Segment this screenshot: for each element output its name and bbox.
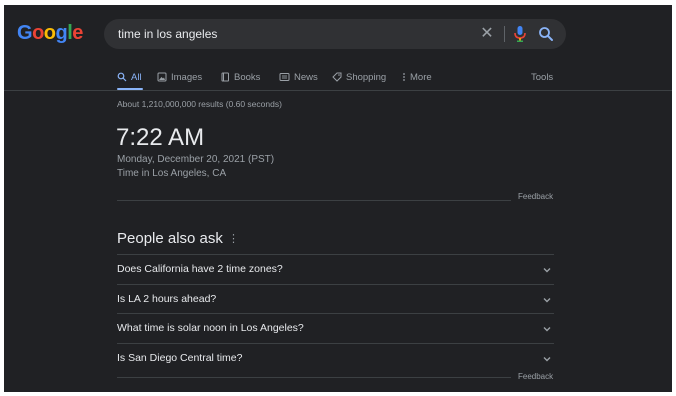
time-location: Time in Los Angeles, CA xyxy=(117,168,227,179)
image-icon xyxy=(157,72,167,82)
current-time: 7:22 AM xyxy=(116,124,205,151)
tag-icon xyxy=(332,72,342,82)
paa-question[interactable]: Does California have 2 time zones? xyxy=(117,255,554,284)
tab-label: More xyxy=(410,71,432,83)
divider xyxy=(117,377,511,378)
tab-label: All xyxy=(131,71,142,83)
tab-all[interactable]: All xyxy=(117,67,142,87)
logo-letter: o xyxy=(43,22,56,44)
logo-letter: g xyxy=(55,22,68,44)
chevron-down-icon xyxy=(542,295,552,305)
logo-letter: e xyxy=(72,22,83,44)
paa-question-text: What time is solar noon in Los Angeles? xyxy=(117,322,304,334)
paa-question[interactable]: Is San Diego Central time? xyxy=(117,344,554,373)
book-icon xyxy=(220,72,230,82)
paa-question[interactable]: Is LA 2 hours ahead? xyxy=(117,285,554,314)
more-vert-icon[interactable]: ⋮ xyxy=(228,233,239,245)
tab-label: News xyxy=(294,71,318,83)
tools-button[interactable]: Tools xyxy=(531,67,553,87)
result-stats: About 1,210,000,000 results (0.60 second… xyxy=(117,99,282,109)
paa-question-text: Does California have 2 time zones? xyxy=(117,263,283,275)
close-icon[interactable]: ✕ xyxy=(478,19,496,49)
paa-question[interactable]: What time is solar noon in Los Angeles? xyxy=(117,314,554,343)
mic-icon[interactable] xyxy=(512,25,528,43)
search-icon xyxy=(117,72,127,82)
feedback-link[interactable]: Feedback xyxy=(518,372,553,381)
search-box[interactable]: time in los angeles ✕ xyxy=(104,19,566,49)
tab-label: Books xyxy=(234,71,261,83)
search-tabs: All Images Books News Shopping More Tool… xyxy=(117,67,672,87)
tools-label: Tools xyxy=(531,71,554,83)
tab-books[interactable]: Books xyxy=(220,67,260,87)
search-results-page: Google time in los angeles ✕ All Images … xyxy=(4,5,672,392)
search-divider xyxy=(504,26,505,42)
current-date: Monday, December 20, 2021 (PST) xyxy=(117,154,275,165)
paa-question-text: Is San Diego Central time? xyxy=(117,352,243,364)
tab-more[interactable]: More xyxy=(402,67,432,87)
tab-label: Shopping xyxy=(346,71,387,83)
divider xyxy=(117,200,511,201)
feedback-link[interactable]: Feedback xyxy=(518,192,553,201)
chevron-down-icon xyxy=(542,324,552,334)
people-also-ask-title: People also ask xyxy=(117,230,223,247)
search-icon[interactable] xyxy=(537,25,555,43)
news-icon xyxy=(279,72,290,82)
logo-letter: o xyxy=(32,22,44,44)
tab-news[interactable]: News xyxy=(279,67,318,87)
logo-letter: G xyxy=(17,22,33,44)
more-vert-icon xyxy=(402,72,406,82)
paa-question-text: Is LA 2 hours ahead? xyxy=(117,293,217,305)
tab-images[interactable]: Images xyxy=(157,67,202,87)
chevron-down-icon xyxy=(542,265,552,275)
search-input[interactable]: time in los angeles xyxy=(118,19,217,49)
google-logo[interactable]: Google xyxy=(17,21,83,45)
chevron-down-icon xyxy=(542,354,552,364)
tab-label: Images xyxy=(171,71,203,83)
tab-shopping[interactable]: Shopping xyxy=(332,67,386,87)
tabs-divider xyxy=(4,90,672,91)
